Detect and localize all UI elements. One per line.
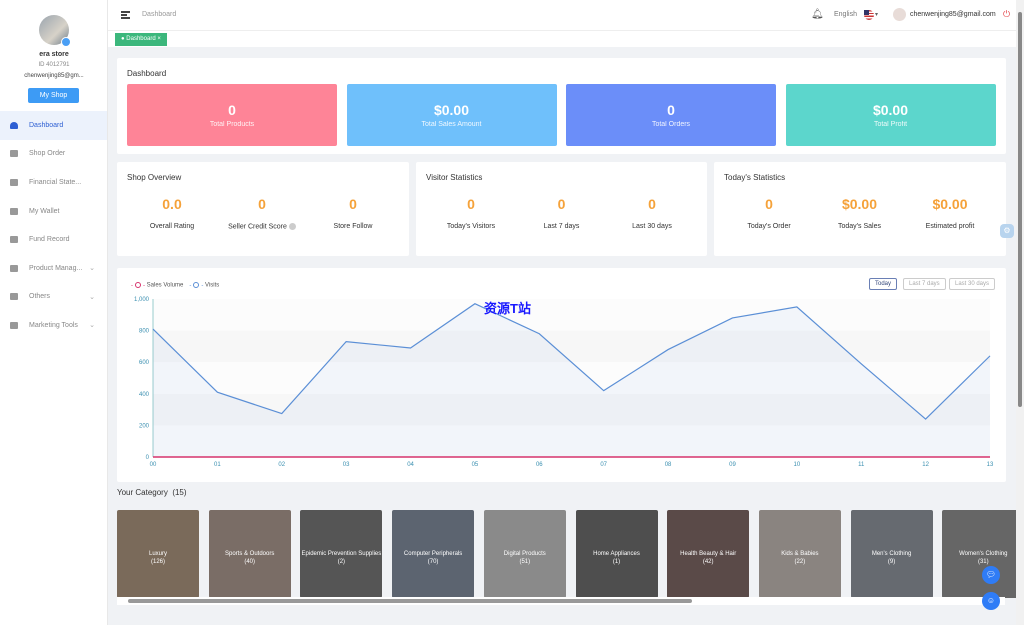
category-name: Home Appliances [593, 551, 640, 557]
customer-service-icon[interactable]: ☺ [982, 592, 1000, 610]
scrollbar-thumb[interactable] [128, 599, 692, 603]
category-scrollbar[interactable] [117, 597, 1005, 605]
x-tick-label: 02 [278, 462, 285, 468]
category-tile[interactable]: Home Appliances (1) [575, 510, 658, 598]
category-name: Luxury [148, 551, 167, 557]
y-tick-label: 400 [139, 392, 150, 398]
category-name: Men's Clothing [871, 551, 912, 557]
category-tile[interactable]: Men's Clothing (9) [850, 510, 933, 598]
category-item-count: (31) [977, 559, 989, 565]
x-tick-label: 08 [665, 462, 672, 468]
x-tick-label: 13 [987, 462, 994, 468]
watermark: 资源T站 [484, 301, 531, 316]
y-tick-label: 1,000 [134, 297, 150, 303]
category-name: Women's Clothing [959, 551, 1008, 557]
x-tick-label: 03 [343, 462, 350, 468]
category-title: Your Category [117, 488, 168, 497]
x-tick-label: 12 [922, 462, 929, 468]
category-tile[interactable]: Luxury (126) [117, 510, 199, 598]
x-tick-label: 07 [600, 462, 607, 468]
y-tick-label: 800 [139, 329, 150, 335]
x-tick-label: 05 [472, 462, 479, 468]
y-tick-label: 600 [139, 360, 150, 366]
side-widget-icon[interactable]: ⚙ [1000, 224, 1014, 238]
category-tile[interactable]: Kids & Babies (22) [758, 510, 841, 598]
category-heading: Your Category (15) [117, 488, 187, 497]
grid-band [153, 299, 990, 331]
y-tick-label: 0 [146, 455, 150, 461]
category-tile[interactable]: Computer Peripherals (70) [392, 510, 475, 598]
category-tile[interactable]: Digital Products (51) [483, 510, 566, 598]
category-tile[interactable]: Epidemic Prevention Supplies (2) [300, 510, 383, 598]
category-name: Computer Peripherals [403, 551, 463, 557]
category-name: Health Beauty & Hair [680, 551, 737, 557]
category-name: Sports & Outdoors [225, 551, 275, 557]
category-tile[interactable]: Sports & Outdoors (40) [208, 510, 291, 598]
category-item-count: (1) [612, 559, 621, 565]
x-tick-label: 06 [536, 462, 543, 468]
category-count: (15) [172, 488, 187, 497]
x-tick-label: 09 [729, 462, 736, 468]
x-tick-label: 11 [858, 462, 865, 468]
x-tick-label: 00 [150, 462, 157, 468]
y-tick-label: 200 [139, 423, 150, 429]
x-tick-label: 01 [214, 462, 221, 468]
scrollbar-thumb[interactable] [1018, 12, 1022, 407]
grid-band [153, 330, 990, 363]
category-name: Digital Products [503, 551, 546, 557]
category-item-count: (40) [244, 559, 256, 565]
category-item-count: (22) [794, 559, 806, 565]
page-scrollbar[interactable] [1016, 0, 1024, 625]
category-item-count: (126) [150, 559, 165, 565]
category-item-count: (70) [427, 559, 439, 565]
x-tick-label: 04 [407, 462, 414, 468]
category-name: Kids & Babies [781, 551, 819, 557]
x-tick-label: 10 [794, 462, 801, 468]
category-name: Epidemic Prevention Supplies [301, 551, 382, 557]
category-item-count: (51) [519, 559, 531, 565]
category-item-count: (42) [702, 559, 714, 565]
category-tile[interactable]: Women's Clothing (31) [942, 510, 1024, 598]
chat-icon[interactable]: 💬︎ [982, 566, 1000, 584]
category-tile[interactable]: Health Beauty & Hair (42) [667, 510, 750, 598]
category-item-count: (2) [337, 559, 346, 565]
category-item-count: (9) [887, 559, 896, 565]
